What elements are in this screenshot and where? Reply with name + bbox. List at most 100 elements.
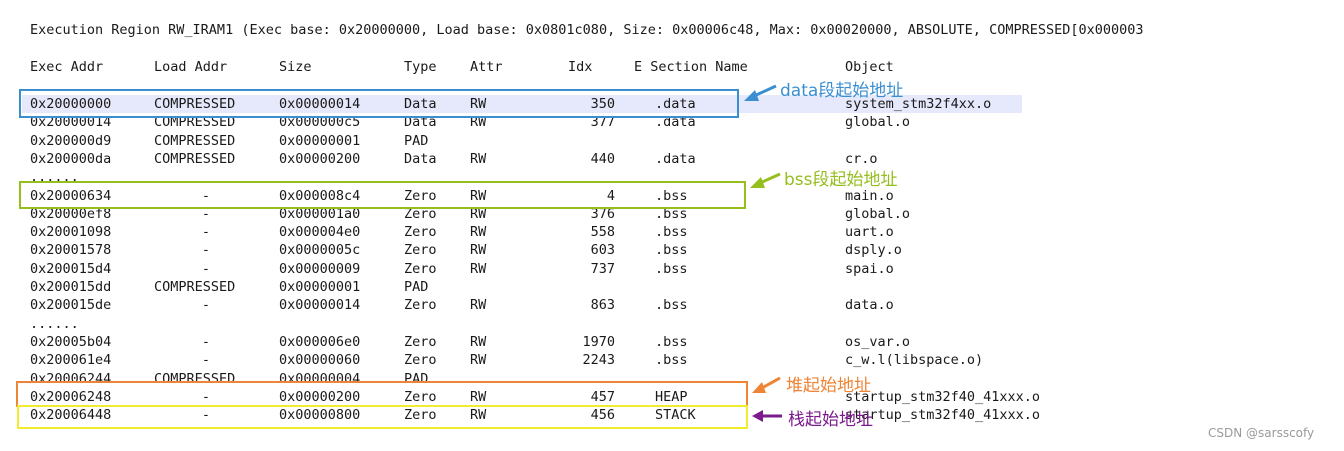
table-row: ......	[0, 315, 1344, 333]
cell-type: Data	[404, 150, 437, 167]
cell-idx: 440	[590, 150, 615, 167]
cell-size: 0x00000060	[279, 352, 361, 369]
data-arrow-icon	[744, 84, 777, 101]
cell-load: -	[201, 297, 211, 314]
cell-section: .data	[655, 150, 696, 167]
bss-segment-label: bss段起始地址	[784, 170, 898, 190]
cell-exec: 0x20005b04	[30, 333, 112, 350]
cell-load: -	[201, 242, 211, 259]
cell-object: uart.o	[845, 224, 894, 241]
table-row: 0x200061e4 - 0x00000060 Zero RW 2243 .bss c_w.l…	[0, 351, 1344, 369]
cell-size: 0x0000005c	[279, 242, 361, 259]
cell-load: -	[201, 333, 211, 350]
cell-attr: RW	[470, 333, 487, 350]
cell-load: -	[201, 260, 211, 277]
stack-arrow-icon	[752, 410, 782, 422]
cell-type: Zero	[404, 242, 437, 259]
cell-object: global.o	[845, 205, 911, 222]
table-row: 0x200015de - 0x00000014 Zero RW 863 .bss data.o	[0, 296, 1344, 314]
table-row: 0x200000da COMPRESSED 0x00000200 Data RW 440.…	[0, 150, 1344, 168]
cell-exec: 0x200015d4	[30, 260, 112, 277]
cell-object: global.o	[845, 114, 911, 131]
table-row: 0x20001578 - 0x0000005c Zero RW 603 .bss dsply.…	[0, 241, 1344, 259]
cell-type: Zero	[404, 224, 437, 241]
stack-highlight-box	[17, 405, 748, 429]
cell-size: 0x00000014	[279, 297, 361, 314]
cell-type: Zero	[404, 352, 437, 369]
cell-exec: 0x200000d9	[30, 132, 112, 149]
cell-size: 0x00000200	[279, 150, 361, 167]
size-header: Size	[279, 59, 312, 75]
heap-arrow-icon	[752, 376, 781, 393]
cell-type: Zero	[404, 333, 437, 350]
cell-size: 0x00000001	[279, 279, 361, 295]
cell-section: .bss	[655, 260, 688, 277]
execution-region-line: Execution Region RW_IRAM1 (Exec base: 0x…	[30, 22, 1144, 38]
cell-object: c_w.l(libspace.o)	[845, 352, 984, 369]
cell-attr: RW	[470, 150, 487, 167]
cell-load: -	[201, 352, 211, 369]
cell-idx: 558	[590, 224, 615, 241]
cell-section: .bss	[655, 333, 688, 350]
cell-idx: 863	[590, 297, 615, 314]
cell-attr: RW	[470, 352, 487, 369]
cell-exec: 0x200000da	[30, 150, 112, 167]
table-row: 0x200015dd COMPRESSED 0x00000001 PAD	[0, 278, 1344, 296]
cell-size: 0x00000001	[279, 132, 361, 149]
data-segment-label: data段起始地址	[780, 81, 904, 101]
cell-idx: 603	[590, 242, 615, 259]
cell-type: PAD	[404, 279, 429, 295]
heap-label: 堆起始地址	[786, 376, 871, 396]
cell-object: data.o	[845, 297, 894, 314]
cell-section: .bss	[655, 352, 688, 369]
heap-highlight-box	[16, 381, 748, 407]
cell-idx: 737	[590, 260, 615, 277]
bss-segment-highlight-box	[19, 181, 746, 209]
cell-section: .bss	[655, 242, 688, 259]
cell-size: 0x000004e0	[279, 224, 361, 241]
cell-exec: 0x200061e4	[30, 352, 112, 369]
cell-object: spai.o	[845, 260, 894, 277]
cell-load: -	[201, 224, 211, 241]
attr-header: Attr	[470, 59, 503, 75]
cell-exec: ......	[30, 315, 79, 332]
watermark-footer: CSDN @sarsscofy	[1208, 426, 1315, 440]
bss-arrow-icon	[750, 172, 781, 188]
cell-load: COMPRESSED	[154, 150, 236, 167]
cell-size: 0x000006e0	[279, 333, 361, 350]
cell-section: .bss	[655, 224, 688, 241]
cell-object: os_var.o	[845, 333, 911, 350]
cell-attr: RW	[470, 297, 487, 314]
cell-idx: 2243	[582, 352, 615, 369]
cell-object: startup_stm32f40_41xxx.o	[845, 407, 1041, 424]
type-header: Type	[404, 59, 437, 75]
cell-exec: 0x200015dd	[30, 279, 112, 295]
cell-exec: 0x20001098	[30, 224, 112, 241]
idx-header: Idx	[568, 59, 593, 75]
table-row: 0x20001098 - 0x000004e0 Zero RW 558 .bss uart.o	[0, 223, 1344, 241]
cell-section: .bss	[655, 297, 688, 314]
stack-label: 栈起始地址	[788, 410, 873, 430]
cell-load: COMPRESSED	[154, 132, 236, 149]
cell-exec: 0x20001578	[30, 242, 112, 259]
data-segment-highlight-box	[19, 89, 739, 118]
cell-type: Zero	[404, 260, 437, 277]
cell-attr: RW	[470, 224, 487, 241]
cell-object: startup_stm32f40_41xxx.o	[845, 388, 1041, 405]
cell-type: Zero	[404, 297, 437, 314]
load-addr-header: Load Addr	[154, 59, 228, 75]
cell-type: PAD	[404, 132, 429, 149]
cell-size: 0x00000009	[279, 260, 361, 277]
cell-exec: 0x200015de	[30, 297, 112, 314]
cell-load: COMPRESSED	[154, 279, 236, 295]
object-header: Object	[845, 59, 894, 75]
cell-attr: RW	[470, 260, 487, 277]
section-name-header: E Section Name	[634, 59, 748, 75]
cell-idx: 1970	[582, 333, 615, 350]
table-row: 0x20005b04 - 0x000006e0 Zero RW 1970 .bss os_va…	[0, 333, 1344, 351]
table-row: 0x200000d9 COMPRESSED 0x00000001 PAD	[0, 132, 1344, 150]
table-row: 0x200015d4 - 0x00000009 Zero RW 737 .bss spai.o	[0, 260, 1344, 278]
cell-object: dsply.o	[845, 242, 902, 259]
cell-attr: RW	[470, 242, 487, 259]
exec-addr-header: Exec Addr	[30, 59, 104, 75]
